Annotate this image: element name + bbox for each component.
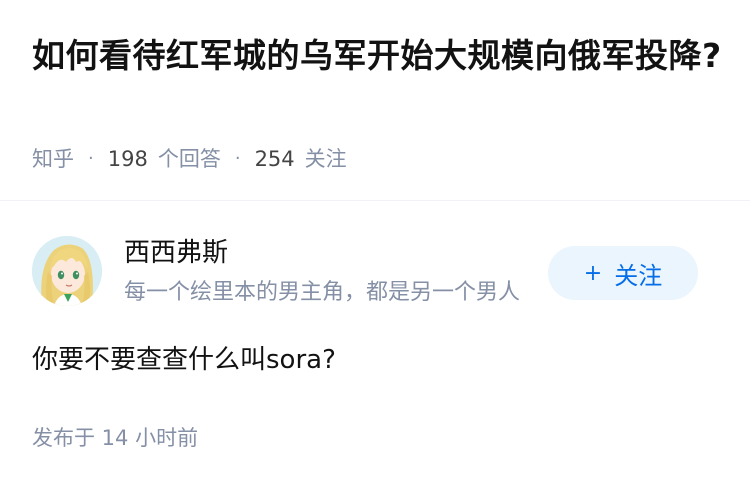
question-meta: 知乎 · 198 个回答 · 254 关注 [32,142,347,176]
avatar[interactable] [32,236,102,306]
meta-separator: · [234,148,241,169]
question-title[interactable]: 如何看待红军城的乌军开始大规模向俄军投降? [32,28,722,84]
follow-button-label: 关注 [614,261,663,290]
author-bio: 每一个绘里本的男主角，都是另一个男人 [124,280,521,305]
meta-separator: · [88,148,94,169]
answer-content[interactable]: 你要不要查查什么叫sora? [32,340,336,380]
question-header: 如何看待红军城的乌军开始大规模向俄军投降? [32,28,722,84]
follow-button[interactable]: + 关注 [548,246,698,300]
answer-author: 西西弗斯 每一个绘里本的男主角，都是另一个男人 + 关注 [32,234,718,314]
follower-count-label: 关注 [304,147,347,171]
anime-girl-avatar-icon [32,236,102,306]
author-name[interactable]: 西西弗斯 [124,234,228,272]
answer-count: 198 [107,147,148,171]
section-divider [0,200,750,201]
answer-count-label: 个回答 [157,147,221,171]
follower-count: 254 [254,147,295,171]
plus-icon: + [583,260,603,286]
site-name[interactable]: 知乎 [32,142,74,176]
answer-time: 发布于 14 小时前 [32,426,199,450]
